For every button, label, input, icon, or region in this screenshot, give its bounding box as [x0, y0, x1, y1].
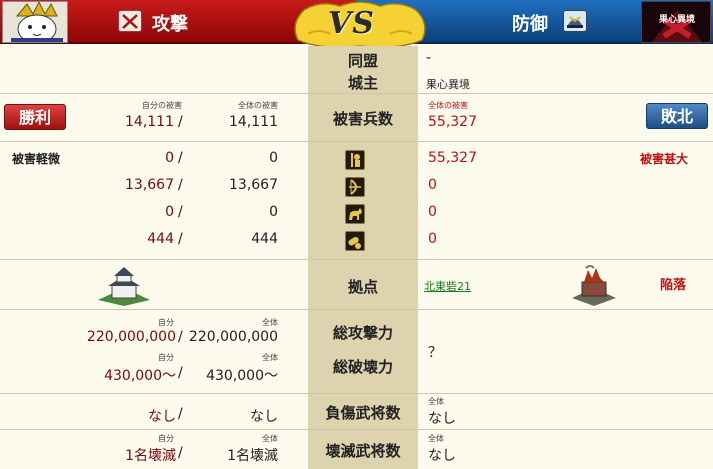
destroyed-atk-self: 1名壊滅	[125, 448, 176, 464]
atk-self-casualties: 14,111	[125, 114, 174, 130]
defender-emblem[interactable]: 果心異境	[641, 1, 711, 43]
base-link[interactable]: 北東砦21	[424, 278, 471, 294]
atk-all-casualties: 14,111	[229, 114, 278, 130]
power-all-caption: 全体	[262, 318, 278, 327]
destroyed-atk-all: 1名壊滅	[227, 448, 278, 464]
destroyed-all-caption: 全体	[262, 434, 278, 443]
unit-def: 0	[428, 177, 437, 193]
wounded-atk-self: なし	[148, 409, 176, 425]
def-power-value: ？	[428, 345, 442, 361]
atk-all-caption: 全体の被害	[238, 101, 278, 110]
base-status: 陥落	[660, 278, 687, 293]
cavalry-icon	[345, 204, 365, 224]
unit-atk-all: 444	[251, 231, 278, 247]
attacker-avatar[interactable]	[2, 1, 68, 43]
unit-atk-self: 13,667	[125, 177, 174, 193]
unit-def: 0	[428, 231, 437, 247]
unit-def: 55,327	[428, 150, 477, 166]
alliance-value: -	[426, 50, 432, 66]
destroy-all-caption: 全体	[262, 353, 278, 362]
cat-samurai-icon	[3, 2, 67, 42]
mid-column: 同盟 城主	[308, 46, 418, 93]
unit-atk-self: 0	[165, 204, 174, 220]
power-row: 総攻撃力 総破壊力 自分 全体 220,000,000 / 220,000,00…	[0, 310, 713, 394]
atk-damage-status: 被害軽微	[12, 152, 61, 166]
alliance-lord-row: 同盟 城主 - 果心異境	[0, 46, 713, 94]
destroyed-def-all: なし	[428, 448, 456, 464]
unit-atk-all: 13,667	[229, 177, 278, 193]
casualties-label: 被害兵数	[332, 110, 393, 128]
mid-column: 被害兵数	[308, 94, 418, 141]
def-all-casualties: 55,327	[428, 114, 477, 130]
wounded-atk-all: なし	[250, 409, 278, 425]
wounded-def-all: なし	[428, 411, 456, 427]
battle-header: 攻撃 防御 果心異境 VS	[0, 0, 713, 48]
destroyed-self-caption: 自分	[158, 434, 174, 443]
atk-power-self: 220,000,000	[86, 329, 176, 345]
spearman-icon	[345, 150, 365, 170]
unit-atk-self: 444	[147, 231, 174, 247]
casualties-row: 被害兵数 勝利 自分の被害 全体の被害 14,111 / 14,111 全体の被…	[0, 94, 713, 142]
def-damage-status: 被害甚大	[640, 152, 689, 166]
vs-label: VS	[328, 6, 375, 41]
destroy-power-all: 430,000〜	[206, 368, 278, 384]
destroy-self-caption: 自分	[158, 353, 174, 362]
defeat-badge: 敗北	[646, 103, 708, 129]
power-self-caption: 自分	[158, 318, 174, 327]
destroyed-def-caption: 全体	[428, 434, 444, 443]
alliance-label: 同盟	[347, 52, 378, 70]
total-attack-label: 総攻撃力	[332, 324, 393, 342]
siege-icon	[345, 231, 365, 251]
wounded-row: 負傷武将数 なし / なし 全体 なし	[0, 394, 713, 430]
units-section: 被害軽微 被害甚大 0 / 0 55,327 13,667 / 13,667 0…	[0, 142, 713, 260]
fallen-fort-icon	[570, 264, 618, 310]
lord-value: 果心異境	[426, 78, 470, 91]
castle-icon	[96, 264, 152, 310]
archer-icon	[345, 177, 365, 197]
unit-atk-self: 0	[165, 150, 174, 166]
unit-atk-all: 0	[269, 150, 278, 166]
victory-badge: 勝利	[4, 104, 66, 130]
destroyed-label: 壊滅武将数	[325, 442, 401, 460]
mid-column: 総攻撃力 総破壊力	[308, 310, 418, 393]
defender-emblem-label: 果心異境	[658, 15, 695, 25]
wounded-def-caption: 全体	[428, 397, 444, 406]
base-label: 拠点	[347, 278, 378, 296]
helmet-icon	[563, 10, 587, 32]
attacker-title: 攻撃	[152, 14, 188, 35]
base-row: 拠点 北東砦21 陥落	[0, 260, 713, 310]
mid-column: 負傷武将数	[308, 394, 418, 429]
vs-badge: VS	[290, 0, 430, 48]
mid-column: 拠点	[308, 260, 418, 309]
wounded-label: 負傷武将数	[325, 404, 401, 422]
def-all-caption: 全体の被害	[428, 101, 468, 110]
destroy-power-self: 430,000〜	[104, 368, 176, 384]
mid-column: 壊滅武将数	[308, 430, 418, 469]
atk-self-caption: 自分の被害	[142, 101, 182, 110]
lord-label: 城主	[347, 74, 378, 92]
atk-power-all: 220,000,000	[188, 329, 278, 345]
crossed-swords-icon	[118, 10, 142, 32]
unit-atk-all: 0	[269, 204, 278, 220]
total-destroy-label: 総破壊力	[332, 358, 393, 376]
defender-title: 防御	[512, 14, 548, 35]
destroyed-row: 壊滅武将数 自分 全体 1名壊滅 / 1名壊滅 全体 なし	[0, 430, 713, 469]
unit-def: 0	[428, 204, 437, 220]
